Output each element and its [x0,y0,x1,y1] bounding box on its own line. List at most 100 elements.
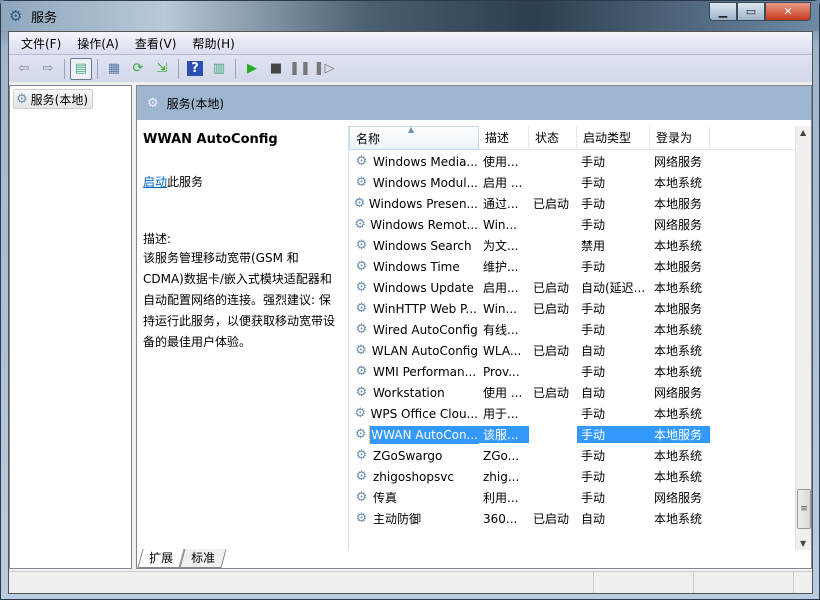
cell-startup-type: 手动 [581,449,606,463]
vertical-scrollbar[interactable]: ▲ ≡ ▼ [795,126,811,550]
console-tree: ⚙ 服务(本地) [9,85,132,569]
cell-name: ⚙ WPS Office Clou... [354,406,478,421]
table-row[interactable]: ⚙ WMI Performan... Prov... 手动 本地系统 [349,361,796,382]
pause-icon[interactable]: ❚❚ [289,58,311,80]
title-bar[interactable]: ⚙ 服务 ▁ ▭ ✕ [1,1,819,31]
service-gear-icon: ⚙ [355,259,368,274]
show-hide-tree-icon[interactable]: ▤ [70,57,92,80]
cell-log-on-as: 本地系统 [654,470,703,484]
cell-log-on-as: 本地服务 [650,426,710,443]
cell-log-on-as: 本地系统 [654,281,703,295]
cell-description: 维护... [483,260,519,274]
start-service-link[interactable]: 启动 [143,175,167,189]
cell-name: ⚙ Workstation [349,384,479,402]
cell-log-on-as: 本地系统 [654,344,703,358]
table-row[interactable]: ⚙ Windows Media... 使用... 手动 网络服务 [349,151,796,172]
service-gear-icon: ⚙ [355,322,368,337]
cell-startup-type: 手动 [581,491,606,505]
table-row[interactable]: ⚙ Windows Search 为文... 禁用 本地系统 [349,235,796,256]
cell-description: 有线... [483,323,519,337]
column-header-description[interactable]: 描述 [479,126,529,150]
cell-name: ⚙ 传真 [349,487,479,508]
table-row[interactable]: ⚙ ZGoSwargo ZGo... 手动 本地系统 [349,445,796,466]
table-row[interactable]: ⚙ zhigoshopsvc zhig... 手动 本地系统 [349,466,796,487]
table-row[interactable]: ⚙ Windows Modul... 启用 ... 手动 本地系统 [349,172,796,193]
action-suffix: 此服务 [167,175,204,189]
table-row[interactable]: ⚙ WPS Office Clou... 用于... 手动 本地系统 [349,403,796,424]
table-row[interactable]: ⚙ Windows Update 启用... 已启动 自动(延迟... 本地系统 [349,277,796,298]
column-header-status[interactable]: 状态 [529,126,577,150]
stop-icon[interactable]: ■ [265,58,287,80]
action-pane-icon[interactable]: ▥ [208,58,230,80]
services-window: ⚙ 服务 ▁ ▭ ✕ 文件(F) 操作(A) 查看(V) 帮助(H) ⇦ ⇨ ▤… [0,0,820,600]
scrollbar-thumb[interactable]: ≡ [797,489,811,529]
table-row[interactable]: ⚙ WLAN AutoConfig WLA... 已启动 自动 本地系统 [349,340,796,361]
table-row[interactable]: ⚙ Windows Presen... 通过... 已启动 手动 本地服务 [349,193,796,214]
table-row[interactable]: ⚙ Windows Time 维护... 手动 本地服务 [349,256,796,277]
tree-item-label: 服务(本地) [30,92,89,107]
tree-item-services-local[interactable]: ⚙ 服务(本地) [13,89,94,109]
cell-name: ⚙ Wired AutoConfig [349,321,479,339]
service-gear-icon: ⚙ [354,406,367,421]
cell-startup-type: 手动 [581,155,606,169]
service-gear-icon: ⚙ [355,364,368,379]
column-header-name[interactable]: ▲ 名称 [349,125,479,150]
table-row[interactable]: ⚙ WWAN AutoCon... 该服... 手动 本地服务 [349,424,796,445]
start-icon[interactable]: ▶ [241,58,263,80]
cell-description: 使用 ... [483,386,523,400]
column-header-log-on-as[interactable]: 登录为 [650,126,710,150]
export-list-icon[interactable]: ⇲ [151,58,173,80]
cell-startup-type: 手动 [581,365,606,379]
minimize-button[interactable]: ▁ [709,2,737,21]
cell-description: 使用... [483,155,519,169]
cell-startup-type: 手动 [577,426,650,443]
close-button[interactable]: ✕ [765,2,811,21]
refresh-icon[interactable]: ⟳ [127,58,149,80]
cell-startup-type: 手动 [581,176,606,190]
cell-description: WLA... [483,343,522,358]
cell-startup-type: 自动 [581,344,606,358]
table-row[interactable]: ⚙ Wired AutoConfig 有线... 手动 本地系统 [349,319,796,340]
back-icon[interactable]: ⇦ [13,58,35,80]
extended-detail-panel: WWAN AutoConfig 启动此服务 描述: 该服务管理移动宽带(GSM … [137,120,347,550]
services-gear-icon: ⚙ [9,7,23,25]
table-row[interactable]: ⚙ Windows Remot... Win... 手动 网络服务 [349,214,796,235]
cell-description: 利用... [483,491,519,505]
tab-standard[interactable]: 标准 [179,549,227,568]
resume-icon[interactable]: ❚▷ [313,58,335,80]
cell-log-on-as: 本地系统 [654,512,703,526]
tab-extended[interactable]: 扩展 [137,549,185,568]
scroll-up-icon[interactable]: ▲ [800,128,806,137]
column-header-startup-type[interactable]: 启动类型 [577,126,650,150]
service-name-title: WWAN AutoConfig [143,132,278,147]
menu-help[interactable]: 帮助(H) [184,35,242,52]
table-row[interactable]: ⚙ Workstation 使用 ... 已启动 自动 网络服务 [349,382,796,403]
cell-description: 该服... [479,426,529,443]
pane-title: 服务(本地) [166,96,225,111]
table-row[interactable]: ⚙ 主动防御 360... 已启动 自动 本地系统 [349,508,796,529]
help-icon[interactable]: ? [184,58,206,80]
cell-description: Prov... [483,364,520,379]
cell-description: 通过... [483,197,519,211]
menu-file[interactable]: 文件(F) [13,35,69,52]
cell-log-on-as: 本地系统 [654,407,703,421]
scroll-down-icon[interactable]: ▼ [800,539,806,548]
cell-log-on-as: 网络服务 [654,155,703,169]
description-label: 描述: [143,232,172,246]
table-row[interactable]: ⚙ 传真 利用... 手动 网络服务 [349,487,796,508]
menu-view[interactable]: 查看(V) [127,35,185,52]
cell-log-on-as: 本地服务 [654,302,703,316]
cell-startup-type: 禁用 [581,239,606,253]
service-gear-icon: ⚙ [355,490,368,505]
cell-name: ⚙ zhigoshopsvc [349,468,479,486]
service-gear-icon: ⚙ [354,427,367,442]
client-area: 文件(F) 操作(A) 查看(V) 帮助(H) ⇦ ⇨ ▤ ▦ ⟳ ⇲ ? ▥ … [8,31,813,594]
forward-icon[interactable]: ⇨ [37,58,59,80]
properties-icon[interactable]: ▦ [103,58,125,80]
table-row[interactable]: ⚙ WinHTTP Web P... Win... 已启动 手动 本地服务 [349,298,796,319]
services-gear-icon: ⚙ [16,91,28,107]
service-gear-icon: ⚙ [355,448,368,463]
maximize-button[interactable]: ▭ [737,2,765,21]
menu-action[interactable]: 操作(A) [69,35,127,52]
cell-status: 已启动 [533,344,570,358]
